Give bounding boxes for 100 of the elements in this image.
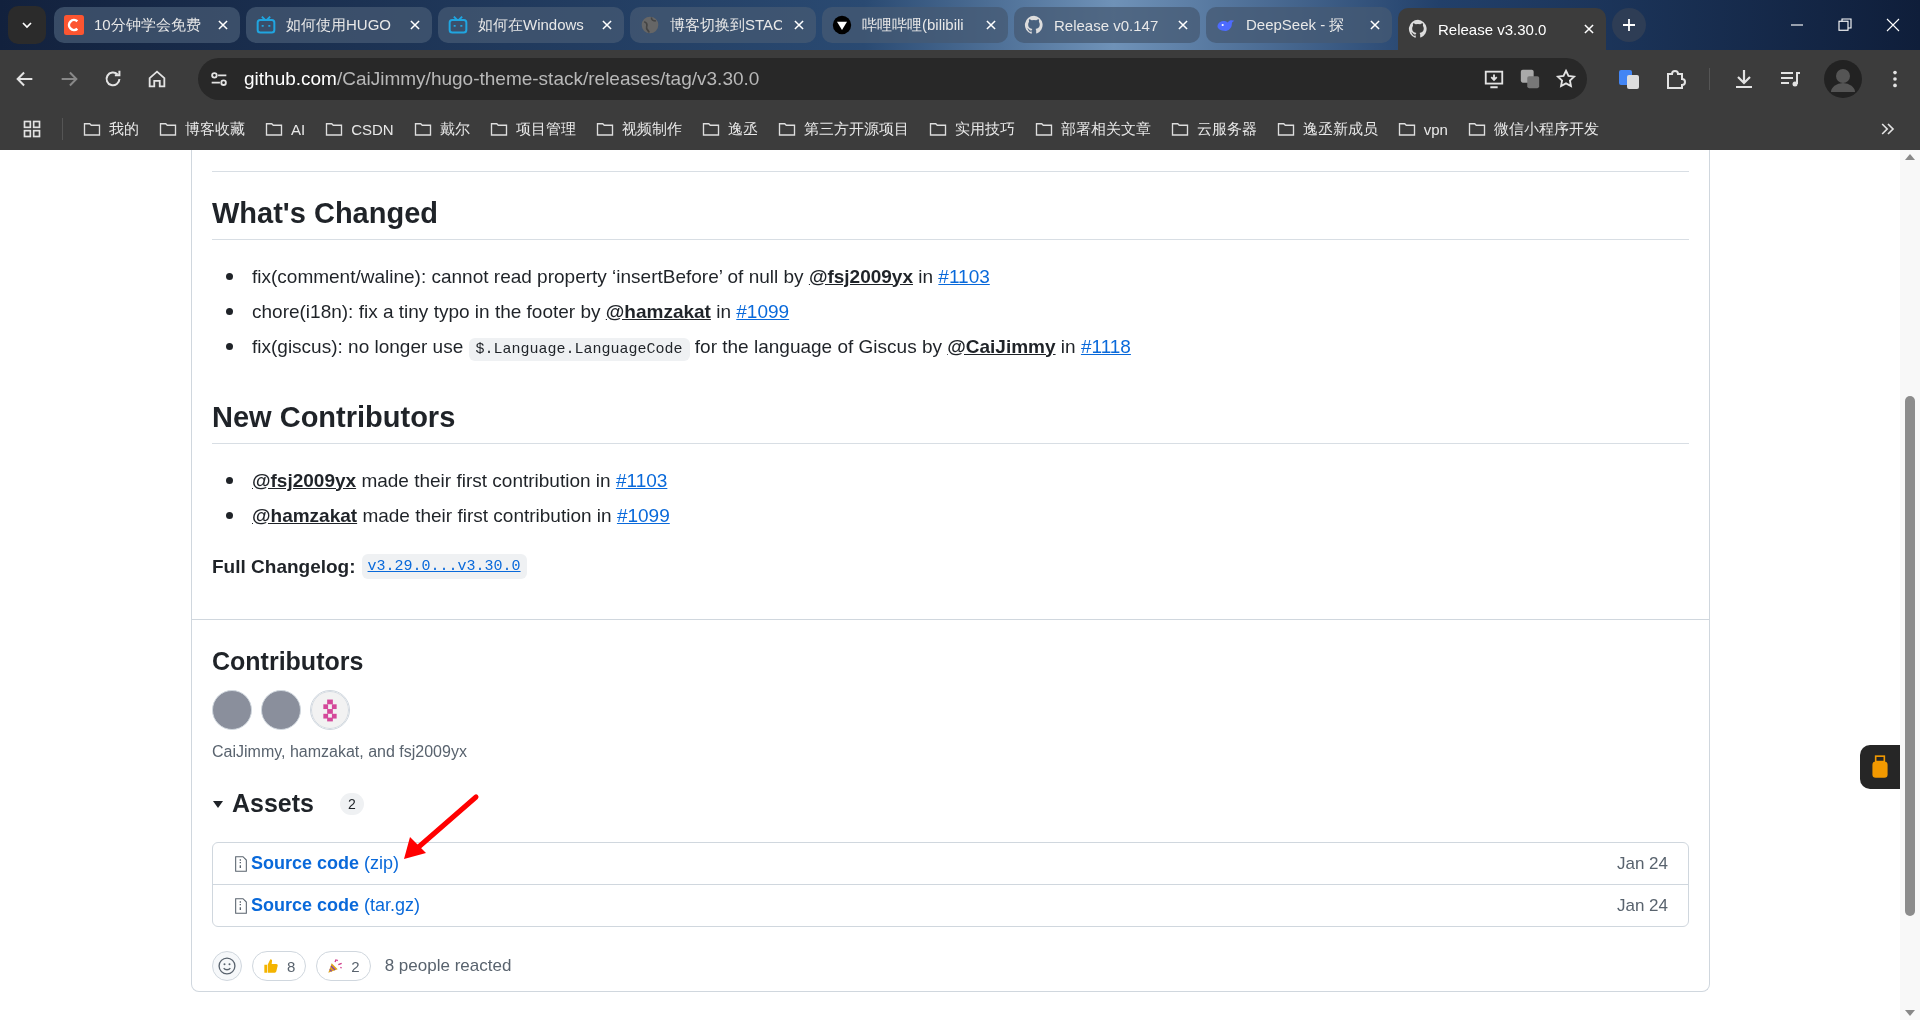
bookmark-folder[interactable]: 项目管理 (489, 119, 576, 139)
star-icon[interactable] (1555, 68, 1577, 90)
tv-icon (256, 15, 276, 35)
restore-icon[interactable] (1836, 16, 1854, 34)
install-app-icon[interactable] (1483, 68, 1505, 90)
bookmark-folder[interactable]: vpn (1397, 120, 1448, 138)
bookmark-folder[interactable]: 戴尔 (413, 119, 470, 139)
bookmark-folder[interactable]: 部署相关文章 (1034, 119, 1151, 139)
translate-icon[interactable] (1519, 68, 1541, 90)
list-item-text: fix(giscus): no longer use $.Language.LanguageCode for the language of Giscus by @CaiJimmy in #1118 (252, 335, 1131, 358)
cat-icon (1408, 19, 1428, 39)
close-icon[interactable] (1368, 18, 1382, 32)
folder-icon (1276, 120, 1295, 138)
browser-tab[interactable]: 如何使用HUGO (246, 7, 432, 43)
cat-icon (1024, 15, 1044, 35)
browser-tab[interactable]: DeepSeek - 探 (1206, 7, 1392, 43)
identicon-avatar[interactable] (310, 690, 350, 730)
bookmark-folder[interactable]: 博客收藏 (159, 119, 245, 139)
bullet-dot (226, 308, 233, 315)
list-item-text: @fsj2009yx made their first contribution in #1103 (252, 469, 668, 492)
section-heading: New Contributors (212, 376, 1689, 444)
globe-icon (640, 15, 660, 35)
browser-tab[interactable]: Release v0.147 (1014, 7, 1200, 43)
bullet-dot (226, 512, 233, 519)
party-popper-icon (327, 958, 344, 974)
browser-tab[interactable]: 10分钟学会免费 (54, 7, 240, 43)
close-icon[interactable] (1582, 22, 1596, 36)
address-bar[interactable]: github.com/CaiJimmy/hugo-theme-stack/releases/tag/v3.30.0 (198, 58, 1587, 100)
reaction-button[interactable]: 8 (252, 951, 307, 981)
bookmark-folder[interactable]: CSDN (325, 120, 394, 138)
folder-icon (265, 120, 283, 138)
bookmark-folder[interactable]: 我的 (83, 119, 139, 139)
apps-grid-icon[interactable] (22, 119, 42, 139)
bookmark-folder[interactable]: 逸丞 (701, 119, 758, 139)
close-icon[interactable] (792, 18, 806, 32)
count-badge: 2 (340, 792, 364, 815)
bookmark-folder[interactable]: 实用技巧 (928, 119, 1015, 139)
user-link[interactable]: @CaiJimmy (947, 335, 1056, 357)
avatar[interactable] (261, 690, 301, 730)
folder-icon (413, 120, 432, 138)
compare-link[interactable]: v3.29.0...v3.30.0 (361, 554, 527, 579)
bookmark-folder[interactable]: 逸丞新成员 (1276, 119, 1378, 139)
asset-date: Jan 24 (1616, 853, 1668, 874)
bookmark-folder[interactable]: 第三方开源项目 (777, 119, 909, 139)
plus-icon (1620, 16, 1638, 34)
bullet-dot (226, 273, 233, 280)
user-link[interactable]: @fsj2009yx (252, 469, 357, 491)
assets-heading[interactable]: Assets (232, 789, 314, 818)
folder-icon (1170, 120, 1189, 138)
tv-icon (448, 15, 468, 35)
bookmark-folder[interactable]: 视频制作 (595, 119, 682, 139)
reaction-summary: 8 people reacted (384, 956, 512, 976)
folder-icon (1034, 120, 1053, 138)
folder-icon (83, 120, 101, 138)
issue-link[interactable]: #1103 (938, 265, 990, 287)
zip-file-icon (233, 897, 249, 914)
close-icon[interactable] (408, 18, 422, 32)
bookmark-folder[interactable]: 云服务器 (1170, 119, 1257, 139)
folder-icon (701, 120, 720, 138)
browser-tab[interactable]: 哔哩哔哩(bilibili (822, 7, 1008, 43)
issue-link[interactable]: #1099 (736, 300, 790, 322)
asset-link[interactable]: Source code (tar.gz) (251, 895, 421, 916)
bullet-dot (226, 477, 233, 484)
issue-link[interactable]: #1103 (615, 469, 668, 491)
avatar[interactable] (212, 690, 252, 730)
user-link[interactable]: @hamzakat (605, 300, 711, 322)
close-icon[interactable] (984, 18, 998, 32)
folder-icon (325, 120, 344, 138)
contributor-names: CaiJimmy, hamzakat, and fsj2009yx (212, 743, 468, 761)
code-snippet: $.Language.LanguageCode (468, 337, 690, 361)
scrollbar[interactable] (1900, 150, 1920, 1020)
close-icon[interactable] (1884, 16, 1902, 34)
issue-link[interactable]: #1099 (616, 504, 670, 526)
user-link[interactable]: @fsj2009yx (808, 265, 913, 287)
folder-icon (1397, 120, 1416, 138)
close-icon[interactable] (600, 18, 614, 32)
close-icon[interactable] (216, 18, 230, 32)
new-tab-button[interactable] (1612, 8, 1646, 42)
zip-file-icon (233, 855, 249, 872)
reaction-button[interactable]: 2 (316, 951, 371, 981)
add-reaction-button[interactable] (212, 951, 242, 981)
translate-extension-icon[interactable] (1617, 67, 1641, 91)
issue-link[interactable]: #1118 (1080, 335, 1131, 357)
folder-icon (595, 120, 614, 138)
browser-tab[interactable]: Release v3.30.0 (1398, 8, 1606, 50)
folder-icon (1467, 120, 1486, 138)
folder-icon (489, 120, 508, 138)
user-link[interactable]: @hamzakat (252, 504, 358, 526)
asset-link[interactable]: Source code (zip) (251, 853, 400, 874)
bookmark-folder[interactable]: AI (265, 120, 306, 138)
home-icon[interactable] (146, 68, 168, 90)
browser-tab[interactable]: 如何在Windows (438, 7, 624, 43)
thumbs-up-icon (263, 958, 279, 974)
bookmark-folder[interactable]: 微信小程序开发 (1467, 119, 1599, 139)
list-item-text: fix(comment/waline): cannot read property ‘insertBefore’ of null by @fsj2009yx in #1103 (252, 265, 990, 288)
close-icon[interactable] (1176, 18, 1190, 32)
smiley-icon (217, 956, 237, 976)
extension-button[interactable] (1860, 745, 1900, 789)
c-logo-icon (64, 15, 84, 35)
folder-icon (159, 120, 177, 138)
